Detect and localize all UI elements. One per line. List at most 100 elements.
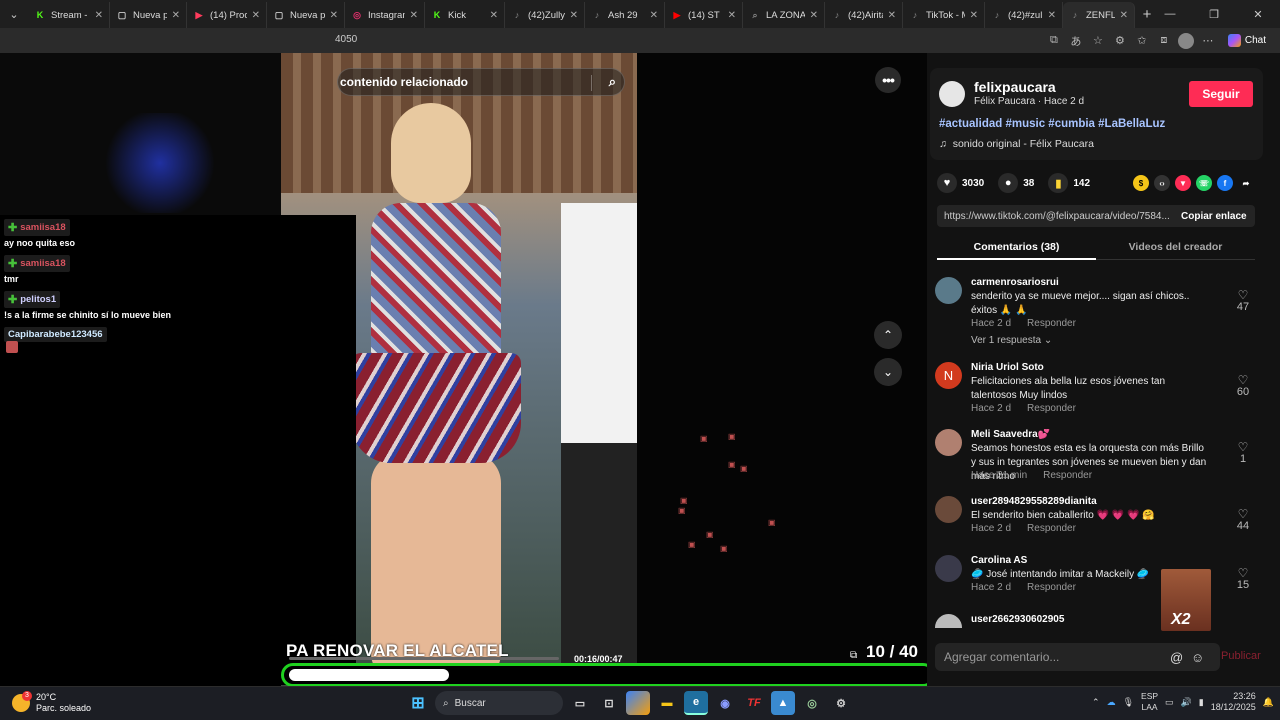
video-scrubber-track[interactable] xyxy=(289,657,559,660)
tab-close-icon[interactable]: ✕ xyxy=(1048,10,1056,21)
reply-button[interactable]: Responder xyxy=(1027,523,1076,534)
comment-username[interactable]: Niria Uriol Soto xyxy=(971,362,1044,373)
comment-like-button[interactable]: ♡ 1 xyxy=(1233,441,1253,465)
tray-chevron-icon[interactable]: ⌃ xyxy=(1092,697,1100,708)
like-button[interactable]: ♥ 3030 xyxy=(937,173,984,193)
post-comment-button[interactable]: Publicar xyxy=(1221,650,1261,662)
copilot-chat-button[interactable]: Chat xyxy=(1222,34,1272,47)
store-icon[interactable]: ⊡ xyxy=(597,691,621,715)
copy-link-button[interactable]: Copiar enlace xyxy=(1173,211,1247,222)
tab-close-icon[interactable]: ✕ xyxy=(330,10,338,21)
comment-username[interactable]: user2894829558289dianita xyxy=(971,496,1097,507)
more-options-button[interactable]: ••• xyxy=(875,67,901,93)
tab-close-icon[interactable]: ✕ xyxy=(490,10,498,21)
browser-tab[interactable]: ▢ Nueva pest ✕ xyxy=(267,2,345,28)
favorites-icon[interactable]: ✩ xyxy=(1134,33,1150,49)
embed-icon[interactable]: ‹› xyxy=(1154,175,1170,191)
translate-icon[interactable]: あ xyxy=(1068,33,1084,49)
app-icon[interactable]: ⚙ xyxy=(829,691,853,715)
share-arrow-icon[interactable]: ➦ xyxy=(1238,175,1254,191)
mention-icon[interactable]: @ xyxy=(1170,650,1183,665)
tab-close-icon[interactable]: ✕ xyxy=(1120,10,1128,21)
notification-icon[interactable]: 🔔 xyxy=(1263,697,1274,708)
maximize-icon[interactable]: ❐ xyxy=(1192,0,1236,28)
emoji-icon[interactable]: ☺ xyxy=(1191,650,1204,665)
browser-tab[interactable]: ♪ (42)Zullyy ✕ xyxy=(505,2,585,28)
comment-avatar[interactable] xyxy=(935,555,962,582)
file-explorer-icon[interactable]: ▬ xyxy=(655,691,679,715)
tab-close-icon[interactable]: ✕ xyxy=(252,10,260,21)
photos-icon[interactable]: ▲ xyxy=(771,691,795,715)
browser-tab[interactable]: ♪ TikTok - M ✕ xyxy=(903,2,985,28)
network-icon[interactable]: ▭ xyxy=(1165,697,1174,708)
reply-button[interactable]: Responder xyxy=(1043,470,1092,481)
comment-avatar[interactable] xyxy=(935,614,962,628)
tab-close-icon[interactable]: ✕ xyxy=(970,10,978,21)
comment-avatar[interactable] xyxy=(935,496,962,523)
related-search-bar[interactable]: contenido relacionado ⌕ xyxy=(337,68,625,96)
comment-username[interactable]: Carolina AS xyxy=(971,555,1027,566)
facebook-icon[interactable]: f xyxy=(1217,175,1233,191)
battery-icon[interactable]: ▮ xyxy=(1199,697,1204,708)
xbox-icon[interactable]: ◎ xyxy=(800,691,824,715)
browser-tab[interactable]: K Kick ✕ xyxy=(425,2,505,28)
comment-like-button[interactable]: ♡ 47 xyxy=(1233,289,1253,313)
author-avatar[interactable] xyxy=(939,81,965,107)
browser-tab[interactable]: ♪ (42)Airita p ✕ xyxy=(825,2,903,28)
pip-icon[interactable]: ⧉ xyxy=(850,650,857,661)
browser-tab[interactable]: ▢ Nueva pest ✕ xyxy=(110,2,187,28)
open-external-icon[interactable]: ⧉ xyxy=(1046,33,1062,49)
browser-tab[interactable]: K Stream - Ki ✕ xyxy=(28,2,110,28)
edge-icon[interactable]: e xyxy=(684,691,708,715)
whatsapp-icon[interactable]: ☏ xyxy=(1196,175,1212,191)
chat-username[interactable]: ✚ samiisa18 xyxy=(4,255,70,272)
tab-close-icon[interactable]: ✕ xyxy=(810,10,818,21)
reply-button[interactable]: Responder xyxy=(1027,403,1076,414)
font-app-icon[interactable]: TF xyxy=(742,691,766,715)
video-progress-bar[interactable] xyxy=(281,657,935,687)
next-video-button[interactable]: ⌄ xyxy=(874,358,902,386)
post-hashtags[interactable]: #actualidad #music #cumbia #LaBellaLuz xyxy=(939,118,1165,130)
tab-creator-videos[interactable]: Videos del creador xyxy=(1096,236,1255,260)
tab-comments[interactable]: Comentarios (38) xyxy=(937,236,1096,260)
author-username[interactable]: felixpaucara xyxy=(974,79,1056,95)
comment-button[interactable]: ● 38 xyxy=(998,173,1034,193)
browser-tab[interactable]: ▶ (14) ST ✕ xyxy=(665,2,743,28)
language-indicator[interactable]: ESP LAA xyxy=(1141,691,1158,713)
comment-like-button[interactable]: ♡ 15 xyxy=(1233,567,1253,591)
follow-button[interactable]: Seguir xyxy=(1189,81,1253,107)
comment-input[interactable]: Agregar comentario... @ ☺ xyxy=(935,643,1220,671)
tab-close-icon[interactable]: ✕ xyxy=(728,10,736,21)
comment-like-button[interactable]: ♡ 60 xyxy=(1233,374,1253,398)
reply-button[interactable]: Responder xyxy=(1027,582,1076,593)
settings-more-icon[interactable]: ⋯ xyxy=(1200,33,1216,49)
coin-icon[interactable]: $ xyxy=(1133,175,1149,191)
reply-button[interactable]: Responder xyxy=(1027,318,1076,329)
browser-tab[interactable]: ▶ (14) Produc ✕ xyxy=(187,2,267,28)
task-view-icon[interactable]: ▭ xyxy=(568,691,592,715)
url-text[interactable]: 4050 xyxy=(335,34,357,45)
comment-username[interactable]: Meli Saavedra💕 xyxy=(971,429,1050,440)
minimize-icon[interactable]: — xyxy=(1148,0,1192,28)
comment-username[interactable]: carmenrosariosrui xyxy=(971,277,1059,288)
search-icon[interactable]: ⌕ xyxy=(609,74,616,90)
taskbar-search[interactable]: ⌕ Buscar xyxy=(435,691,563,715)
comment-avatar[interactable]: N xyxy=(935,362,962,389)
windows-start-icon[interactable]: ⊞ xyxy=(406,691,430,715)
favorite-star-icon[interactable]: ☆ xyxy=(1090,33,1106,49)
clock[interactable]: 23:26 18/12/2025 xyxy=(1211,691,1256,713)
browser-tab[interactable]: ♪ ZENFL ✕ xyxy=(1063,2,1135,28)
comment-username[interactable]: user2662930602905 xyxy=(971,614,1064,625)
volume-icon[interactable]: 🔊 xyxy=(1181,697,1192,708)
tab-close-icon[interactable]: ✕ xyxy=(95,10,103,21)
extensions-icon[interactable]: ⚙ xyxy=(1112,33,1128,49)
send-icon[interactable]: ▼ xyxy=(1175,175,1191,191)
chat-username[interactable]: Capibarabebe123456 xyxy=(4,327,107,342)
save-button[interactable]: ▮ 142 xyxy=(1048,173,1090,193)
browser-tab[interactable]: ♪ (42)#zully ✕ xyxy=(985,2,1063,28)
post-music[interactable]: ♫ sonido original - Félix Paucara xyxy=(939,138,1094,150)
video-link[interactable]: https://www.tiktok.com/@felixpaucara/vid… xyxy=(937,211,1173,222)
tab-close-icon[interactable]: ✕ xyxy=(172,10,180,21)
comment-avatar[interactable] xyxy=(935,429,962,456)
browser-tab[interactable]: ◎ Instagram ✕ xyxy=(345,2,425,28)
